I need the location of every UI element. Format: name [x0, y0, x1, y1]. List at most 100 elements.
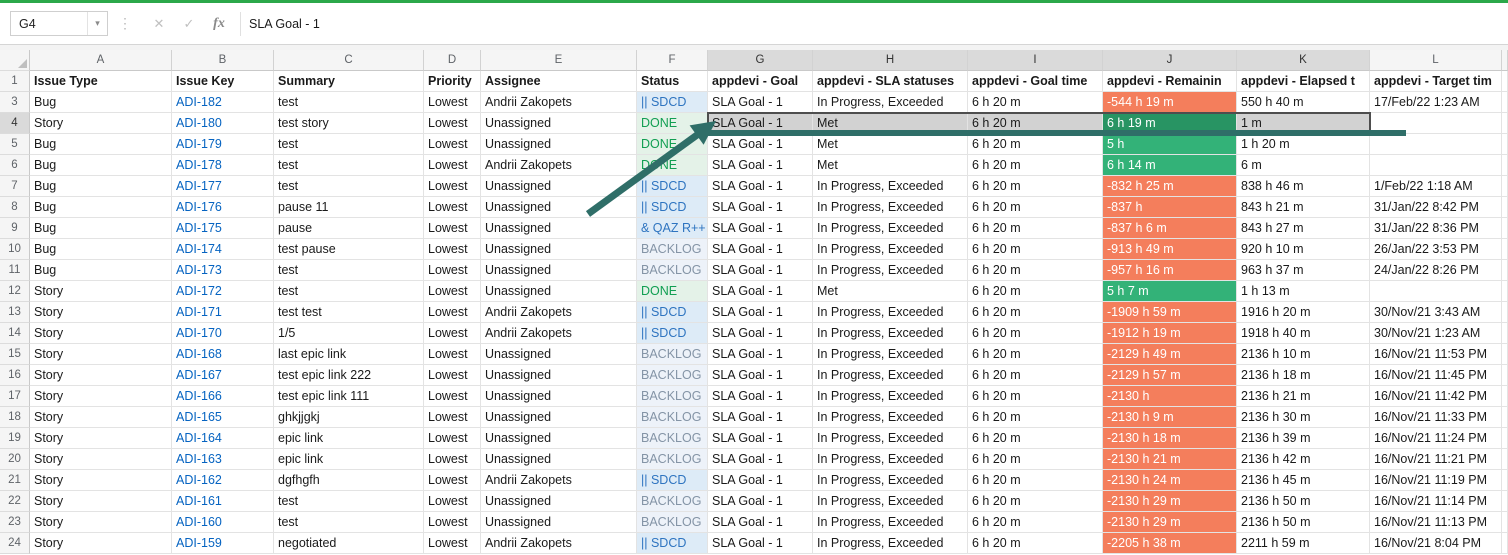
cell-assignee[interactable]: Unassigned: [481, 512, 637, 533]
cell-elapsed[interactable]: 843 h 27 m: [1237, 218, 1370, 239]
row-header[interactable]: 12: [0, 281, 30, 302]
column-header-H[interactable]: H: [813, 50, 968, 71]
cell-remaining[interactable]: -957 h 16 m: [1103, 260, 1237, 281]
issue-key-link[interactable]: ADI-160: [172, 512, 274, 533]
cell-assignee[interactable]: Unassigned: [481, 113, 637, 134]
cell-elapsed[interactable]: 838 h 46 m: [1237, 176, 1370, 197]
cell-summary[interactable]: test: [274, 491, 424, 512]
cell-goal-time[interactable]: 6 h 20 m: [968, 470, 1103, 491]
cell-sla-status[interactable]: In Progress, Exceeded: [813, 176, 968, 197]
row-header[interactable]: 16: [0, 365, 30, 386]
cell-remaining[interactable]: -837 h: [1103, 197, 1237, 218]
cell-sla-status[interactable]: In Progress, Exceeded: [813, 218, 968, 239]
cell-target[interactable]: [1370, 113, 1502, 134]
header-cell[interactable]: appdevi - Target tim: [1370, 71, 1502, 92]
cell-status[interactable]: || SDCD: [637, 533, 708, 554]
cell-assignee[interactable]: Unassigned: [481, 491, 637, 512]
row-header[interactable]: 14: [0, 323, 30, 344]
cell-remaining[interactable]: -1909 h 59 m: [1103, 302, 1237, 323]
cell-summary[interactable]: test pause: [274, 239, 424, 260]
cell-goal-time[interactable]: 6 h 20 m: [968, 407, 1103, 428]
cell-target[interactable]: 1/Feb/22 1:18 AM: [1370, 176, 1502, 197]
cell-sla-status[interactable]: In Progress, Exceeded: [813, 512, 968, 533]
cell-sla-status[interactable]: Met: [813, 134, 968, 155]
cell-remaining[interactable]: -544 h 19 m: [1103, 92, 1237, 113]
cell-summary[interactable]: test: [274, 512, 424, 533]
issue-key-link[interactable]: ADI-182: [172, 92, 274, 113]
cell-goal-time[interactable]: 6 h 20 m: [968, 533, 1103, 554]
cell-goal-time[interactable]: 6 h 20 m: [968, 218, 1103, 239]
cell-priority[interactable]: Lowest: [424, 176, 481, 197]
cell-status[interactable]: DONE: [637, 281, 708, 302]
cell-status[interactable]: BACKLOG: [637, 428, 708, 449]
cell-goal-time[interactable]: 6 h 20 m: [968, 155, 1103, 176]
cell-status[interactable]: DONE: [637, 134, 708, 155]
cell-assignee[interactable]: Unassigned: [481, 239, 637, 260]
cell-issue-type[interactable]: Story: [30, 281, 172, 302]
cell-sla-status[interactable]: In Progress, Exceeded: [813, 407, 968, 428]
cell-issue-type[interactable]: Story: [30, 470, 172, 491]
cell-summary[interactable]: dgfhgfh: [274, 470, 424, 491]
cell-goal[interactable]: SLA Goal - 1: [708, 218, 813, 239]
issue-key-link[interactable]: ADI-177: [172, 176, 274, 197]
cell-target[interactable]: 16/Nov/21 8:04 PM: [1370, 533, 1502, 554]
cell-elapsed[interactable]: 2211 h 59 m: [1237, 533, 1370, 554]
cell-goal[interactable]: SLA Goal - 1: [708, 302, 813, 323]
cell-issue-type[interactable]: Story: [30, 365, 172, 386]
cell-goal[interactable]: SLA Goal - 1: [708, 155, 813, 176]
cell-remaining[interactable]: -2130 h 29 m: [1103, 512, 1237, 533]
cell-priority[interactable]: Lowest: [424, 470, 481, 491]
cell-remaining[interactable]: 5 h: [1103, 134, 1237, 155]
cell-target[interactable]: [1370, 155, 1502, 176]
cell-remaining[interactable]: -2130 h 29 m: [1103, 491, 1237, 512]
cell-priority[interactable]: Lowest: [424, 365, 481, 386]
cell-summary[interactable]: test test: [274, 302, 424, 323]
row-header[interactable]: 20: [0, 449, 30, 470]
cell-sla-status[interactable]: In Progress, Exceeded: [813, 323, 968, 344]
cell-elapsed[interactable]: 2136 h 10 m: [1237, 344, 1370, 365]
cell-sla-status[interactable]: In Progress, Exceeded: [813, 260, 968, 281]
row-header[interactable]: 17: [0, 386, 30, 407]
header-cell[interactable]: appdevi - Remainin: [1103, 71, 1237, 92]
cell-sla-status[interactable]: In Progress, Exceeded: [813, 449, 968, 470]
row-header[interactable]: 11: [0, 260, 30, 281]
cell-goal-time[interactable]: 6 h 20 m: [968, 512, 1103, 533]
cell-remaining[interactable]: -2130 h 9 m: [1103, 407, 1237, 428]
cell-priority[interactable]: Lowest: [424, 155, 481, 176]
cell-summary[interactable]: test: [274, 155, 424, 176]
cell-elapsed[interactable]: 843 h 21 m: [1237, 197, 1370, 218]
cell-issue-type[interactable]: Story: [30, 428, 172, 449]
cell-summary[interactable]: last epic link: [274, 344, 424, 365]
cell-target[interactable]: 30/Nov/21 3:43 AM: [1370, 302, 1502, 323]
column-header-A[interactable]: A: [30, 50, 172, 71]
cell-elapsed[interactable]: 1918 h 40 m: [1237, 323, 1370, 344]
cell-goal-time[interactable]: 6 h 20 m: [968, 176, 1103, 197]
cell-target[interactable]: 16/Nov/21 11:13 PM: [1370, 512, 1502, 533]
cell-status[interactable]: || SDCD: [637, 302, 708, 323]
cell-priority[interactable]: Lowest: [424, 260, 481, 281]
cell-elapsed[interactable]: 1 h 20 m: [1237, 134, 1370, 155]
cell-elapsed[interactable]: 963 h 37 m: [1237, 260, 1370, 281]
cell-sla-status[interactable]: In Progress, Exceeded: [813, 491, 968, 512]
column-header-C[interactable]: C: [274, 50, 424, 71]
cell-remaining[interactable]: -2130 h 21 m: [1103, 449, 1237, 470]
cell-target[interactable]: 16/Nov/21 11:24 PM: [1370, 428, 1502, 449]
cell-remaining[interactable]: -832 h 25 m: [1103, 176, 1237, 197]
cell-goal-time[interactable]: 6 h 20 m: [968, 134, 1103, 155]
row-header[interactable]: 21: [0, 470, 30, 491]
cell-goal[interactable]: SLA Goal - 1: [708, 113, 813, 134]
cell-summary[interactable]: pause 11: [274, 197, 424, 218]
cell-priority[interactable]: Lowest: [424, 239, 481, 260]
cell-target[interactable]: 16/Nov/21 11:33 PM: [1370, 407, 1502, 428]
cell-sla-status[interactable]: In Progress, Exceeded: [813, 302, 968, 323]
cell-sla-status[interactable]: Met: [813, 113, 968, 134]
cell-status[interactable]: || SDCD: [637, 470, 708, 491]
cell-priority[interactable]: Lowest: [424, 512, 481, 533]
cell-assignee[interactable]: Unassigned: [481, 281, 637, 302]
cell-goal[interactable]: SLA Goal - 1: [708, 428, 813, 449]
column-header-F[interactable]: F: [637, 50, 708, 71]
cell-summary[interactable]: epic link: [274, 449, 424, 470]
cell-summary[interactable]: test story: [274, 113, 424, 134]
issue-key-link[interactable]: ADI-162: [172, 470, 274, 491]
header-cell[interactable]: appdevi - Elapsed t: [1237, 71, 1370, 92]
